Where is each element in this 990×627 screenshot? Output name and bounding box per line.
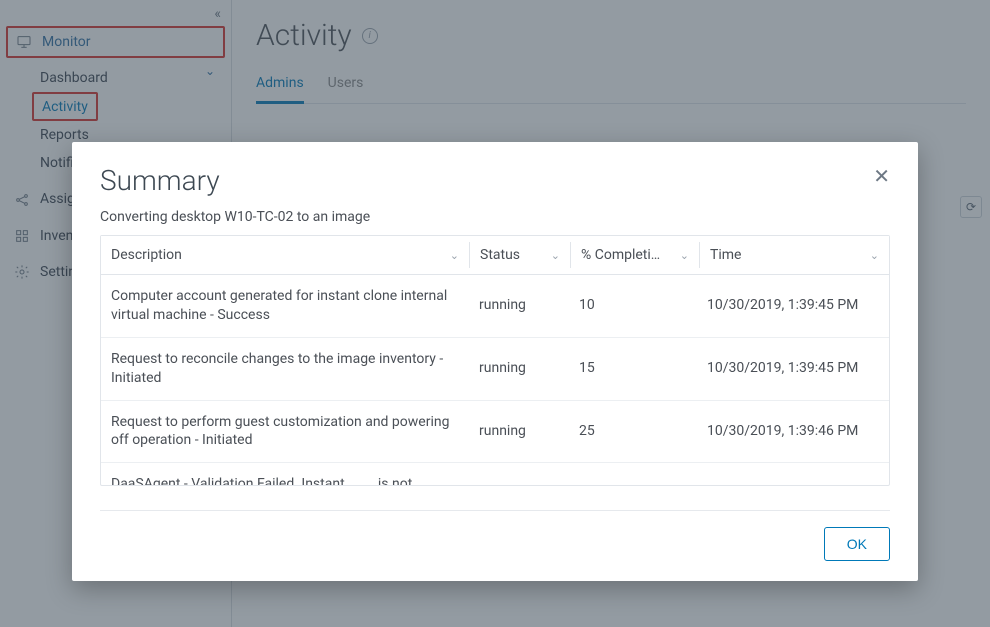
cell-completion: 100 — [569, 463, 697, 485]
sort-icon: ⌄ — [450, 249, 459, 262]
cell-completion: 15 — [569, 338, 697, 400]
divider — [100, 510, 890, 511]
cell-status: running — [469, 338, 569, 400]
col-time[interactable]: Time⌄ — [700, 236, 889, 274]
sort-icon: ⌄ — [680, 249, 689, 262]
cell-time: 10/30/2019, 1:39:46 PM — [697, 463, 889, 485]
sort-icon: ⌄ — [870, 249, 879, 262]
modal-title: Summary — [100, 164, 873, 197]
summary-table: Description⌄ Status⌄ % Completi…⌄ Time⌄ … — [100, 235, 890, 486]
close-icon[interactable]: ✕ — [873, 164, 890, 188]
cell-description: Request to reconcile changes to the imag… — [101, 338, 469, 400]
ok-button[interactable]: OK — [824, 527, 890, 561]
cell-time: 10/30/2019, 1:39:45 PM — [697, 275, 889, 337]
table-row: Computer account generated for instant c… — [101, 275, 889, 338]
modal-overlay: Summary ✕ Converting desktop W10-TC-02 t… — [0, 0, 990, 627]
col-completion[interactable]: % Completi…⌄ — [571, 236, 699, 274]
col-status[interactable]: Status⌄ — [470, 236, 570, 274]
cell-status: running — [469, 401, 569, 463]
summary-modal: Summary ✕ Converting desktop W10-TC-02 t… — [72, 142, 918, 581]
cell-description: DaaSAgent - Validation Failed. Instant C… — [101, 463, 469, 485]
cell-time: 10/30/2019, 1:39:45 PM — [697, 338, 889, 400]
cell-completion: 10 — [569, 275, 697, 337]
cell-time: 10/30/2019, 1:39:46 PM — [697, 401, 889, 463]
cell-description: Computer account generated for instant c… — [101, 275, 469, 337]
table-row: Request to perform guest customization a… — [101, 401, 889, 464]
table-header: Description⌄ Status⌄ % Completi…⌄ Time⌄ — [101, 236, 889, 275]
cell-status: error — [469, 463, 569, 485]
sort-icon: ⌄ — [551, 249, 560, 262]
table-row: Request to reconcile changes to the imag… — [101, 338, 889, 401]
modal-subtitle: Converting desktop W10-TC-02 to an image — [100, 209, 890, 225]
col-description[interactable]: Description⌄ — [101, 236, 469, 274]
cell-status: running — [469, 275, 569, 337]
table-body: Computer account generated for instant c… — [101, 275, 889, 485]
cell-completion: 25 — [569, 401, 697, 463]
cell-description: Request to perform guest customization a… — [101, 401, 469, 463]
table-row: DaaSAgent - Validation Failed. Instant C… — [101, 463, 889, 485]
